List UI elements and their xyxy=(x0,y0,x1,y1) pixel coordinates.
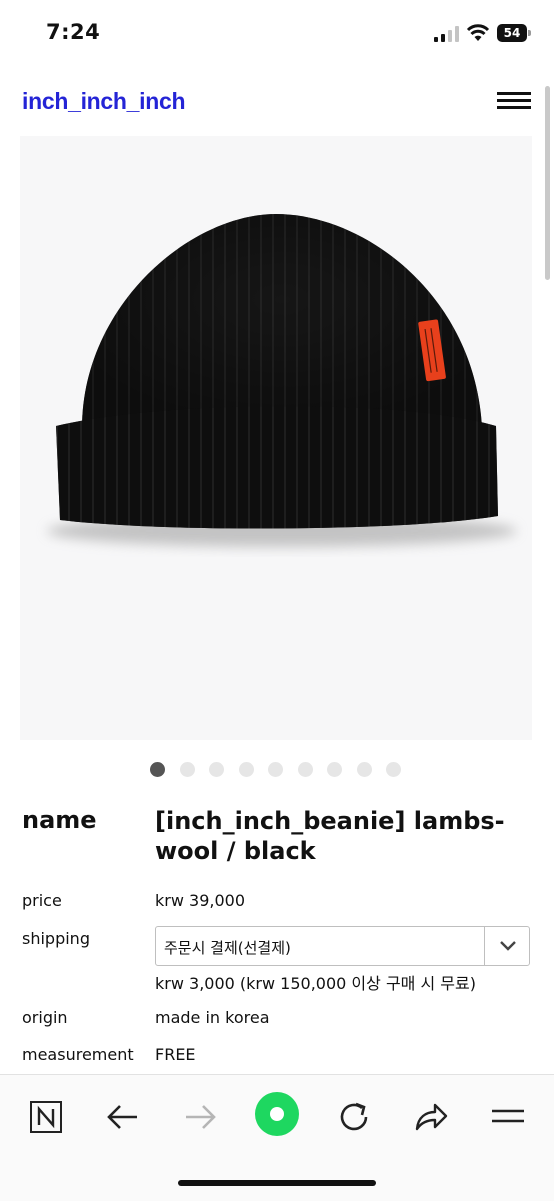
home-indicator xyxy=(178,1180,376,1186)
share-icon[interactable] xyxy=(408,1095,452,1139)
naver-icon[interactable] xyxy=(24,1095,68,1139)
price-label: price xyxy=(22,891,62,910)
carousel-dot[interactable] xyxy=(386,762,401,777)
product-name-line2: wool / black xyxy=(155,837,316,865)
scrollbar[interactable] xyxy=(545,86,550,280)
battery-level: 54 xyxy=(497,24,527,42)
reload-icon[interactable] xyxy=(332,1095,376,1139)
origin-label: origin xyxy=(22,1008,68,1027)
carousel-dot[interactable] xyxy=(150,762,165,777)
shipping-selected-option: 주문시 결제(선결제) xyxy=(164,939,291,957)
site-logo[interactable]: inch_inch_inch xyxy=(22,88,186,115)
product-name: [inch_inch_beanie] lambs- wool / black xyxy=(155,806,515,866)
cellular-signal-icon xyxy=(434,26,459,42)
measurement-value: FREE xyxy=(155,1045,196,1064)
chevron-down-icon[interactable] xyxy=(499,939,517,953)
carousel-dot[interactable] xyxy=(356,762,372,777)
shipping-label: shipping xyxy=(22,929,90,948)
forward-icon[interactable] xyxy=(178,1095,222,1139)
shipping-select[interactable]: 주문시 결제(선결제) xyxy=(155,926,530,966)
green-dot-icon[interactable] xyxy=(254,1091,300,1137)
price-value: krw 39,000 xyxy=(155,891,245,910)
status-bar: 7:24 54 xyxy=(0,0,554,66)
carousel-dot[interactable] xyxy=(297,762,313,777)
wifi-icon xyxy=(466,24,490,41)
carousel-dot[interactable] xyxy=(209,762,224,777)
shipping-note: krw 3,000 (krw 150,000 이상 구매 시 무료) xyxy=(155,974,476,993)
carousel-dot[interactable] xyxy=(268,762,283,777)
status-time: 7:24 xyxy=(46,20,101,44)
carousel-indicator xyxy=(150,762,410,778)
carousel-dot[interactable] xyxy=(327,762,342,777)
carousel-dot[interactable] xyxy=(238,762,254,777)
origin-value: made in korea xyxy=(155,1008,270,1027)
product-image[interactable] xyxy=(20,136,532,740)
battery-icon: 54 xyxy=(497,24,532,42)
back-icon[interactable] xyxy=(101,1095,145,1139)
measurement-label: measurement xyxy=(22,1045,134,1064)
product-name-line1: [inch_inch_beanie] lambs- xyxy=(155,807,505,835)
carousel-dot[interactable] xyxy=(179,762,195,777)
beanie-image xyxy=(47,214,517,547)
menu-icon[interactable] xyxy=(486,1095,530,1139)
name-label: name xyxy=(22,806,97,834)
hamburger-menu-icon[interactable] xyxy=(497,92,531,110)
site-header: inch_inch_inch xyxy=(0,66,554,136)
